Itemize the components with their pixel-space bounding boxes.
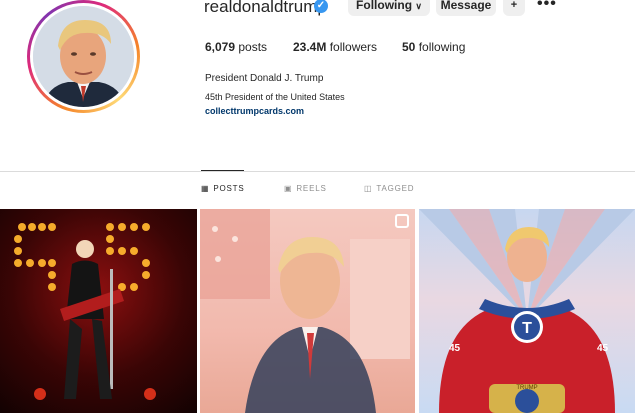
following-stat-label: following: [418, 40, 466, 54]
tab-tagged[interactable]: ◫ TAGGED: [364, 184, 414, 193]
posts-label: posts: [238, 40, 268, 54]
carousel-icon: [395, 214, 409, 228]
posts-count: 6,079: [205, 40, 236, 54]
post-tile-3[interactable]: T TRUMP 45 45: [419, 209, 635, 413]
bio-name: President Donald J. Trump: [205, 73, 324, 84]
post-tile-1[interactable]: [0, 209, 197, 413]
followers-label: followers: [329, 40, 378, 54]
following-stat[interactable]: 50 following: [402, 40, 465, 54]
bio-text: 45th President of the United States: [205, 92, 345, 102]
profile-avatar-ring[interactable]: [27, 0, 140, 113]
bio-link[interactable]: collecttrumpcards.com: [205, 106, 304, 116]
avatar-portrait: [33, 6, 134, 107]
chevron-down-icon: ∨: [415, 1, 422, 11]
tagged-icon: ◫: [364, 184, 373, 193]
active-tab-indicator: [201, 170, 244, 171]
tab-tagged-label: TAGGED: [376, 184, 415, 193]
add-user-icon: +: [510, 0, 518, 11]
post-tile-2[interactable]: [200, 209, 415, 413]
tile3-badge-right: 45: [597, 343, 609, 354]
post-image-superhero: T TRUMP 45 45: [419, 209, 635, 413]
add-user-button[interactable]: +: [503, 0, 525, 16]
tile3-badge-left: 45: [449, 343, 461, 354]
following-button[interactable]: Following ∨: [348, 0, 430, 16]
followers-stat[interactable]: 23.4M followers: [293, 40, 377, 54]
tile3-emblem: T: [522, 320, 532, 337]
tab-posts-label: POSTS: [213, 184, 245, 193]
tab-reels[interactable]: ▣ REELS: [284, 184, 327, 193]
avatar-frame: [30, 3, 137, 110]
tab-posts[interactable]: ▦ POSTS: [201, 184, 244, 193]
more-options-icon[interactable]: •••: [537, 0, 557, 13]
followers-count: 23.4M: [293, 40, 327, 54]
post-image-guitar: [14, 223, 156, 400]
tab-reels-label: REELS: [296, 184, 327, 193]
message-button-label: Message: [440, 0, 492, 12]
message-button[interactable]: Message: [436, 0, 496, 16]
following-button-label: Following: [356, 0, 413, 12]
reels-icon: ▣: [284, 184, 293, 193]
posts-stat: 6,079 posts: [205, 40, 267, 54]
following-count: 50: [402, 40, 416, 54]
post-image-portrait: [200, 209, 410, 413]
grid-icon: ▦: [201, 184, 210, 193]
profile-username: realdonaldtrump: [204, 0, 327, 16]
tabs-divider: [0, 171, 635, 172]
avatar: [33, 6, 134, 107]
tile3-belt-text: TRUMP: [516, 385, 537, 391]
